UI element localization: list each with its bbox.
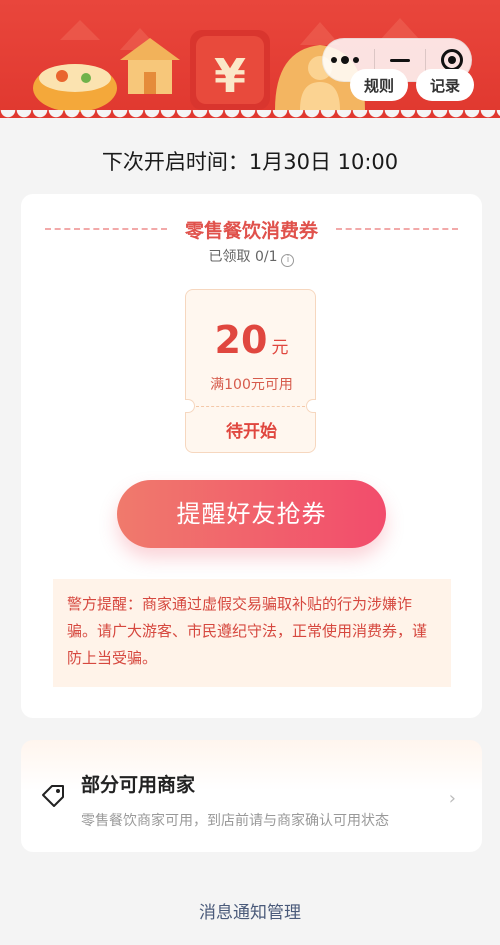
target-icon[interactable]: [441, 49, 464, 71]
tag-icon: [42, 785, 64, 807]
capsule-divider: [425, 49, 427, 71]
police-warning: 警方提醒：商家通过虚假交易骗取补贴的行为涉嫌诈骗。请广大游客、市民遵纪守法，正常…: [53, 579, 451, 687]
coupon-ticket: 20 元 满100元可用 待开始: [185, 289, 316, 453]
more-dots-icon[interactable]: [330, 55, 359, 64]
chevron-right-icon[interactable]: ›: [449, 788, 456, 809]
svg-text:¥: ¥: [214, 49, 246, 103]
title-dash-left: [45, 228, 167, 230]
claimed-count: 已领取 0/1 i: [21, 246, 482, 267]
coupon-status: 待开始: [226, 422, 277, 442]
remind-friends-button[interactable]: 提醒好友抢券: [117, 480, 386, 548]
next-open-time: 下次开启时间：1月30日 10:00: [101, 150, 399, 174]
coupon-perforation: [196, 406, 305, 407]
card-title-row: 零售餐饮消费券: [45, 214, 459, 244]
coupon-condition: 满100元可用: [210, 377, 293, 393]
banner-wave-edge: [0, 110, 500, 118]
coupon-notch-left: [185, 399, 195, 413]
coupon-unit: 元: [271, 338, 289, 358]
coupon-amount: 20: [214, 318, 268, 362]
merchants-title: 部分可用商家: [81, 774, 196, 796]
minimize-icon[interactable]: [389, 58, 410, 62]
capsule-divider: [373, 49, 375, 71]
info-icon[interactable]: i: [281, 254, 295, 267]
top-banner: ¥ 规则 记录: [0, 0, 500, 118]
rules-button[interactable]: 规则: [350, 69, 409, 101]
coupon-notch-right: [306, 399, 316, 413]
merchants-card[interactable]: 部分可用商家 零售餐饮商家可用，到店前请与商家确认可用状态 ›: [21, 740, 482, 852]
records-button[interactable]: 记录: [416, 69, 475, 101]
claimed-text: 已领取 0/1: [208, 249, 278, 265]
coupon-card: 零售餐饮消费券 已领取 0/1 i 20 元 满100元可用 待开始 提醒好友抢券 …: [21, 194, 482, 718]
title-dash-right: [336, 228, 459, 230]
coupon-amount-row: 20 元: [186, 318, 317, 362]
card-title: 零售餐饮消费券: [185, 219, 319, 242]
message-notification-manage-link[interactable]: 消息通知管理: [0, 898, 500, 923]
merchants-description: 零售餐饮商家可用，到店前请与商家确认可用状态: [81, 813, 389, 829]
